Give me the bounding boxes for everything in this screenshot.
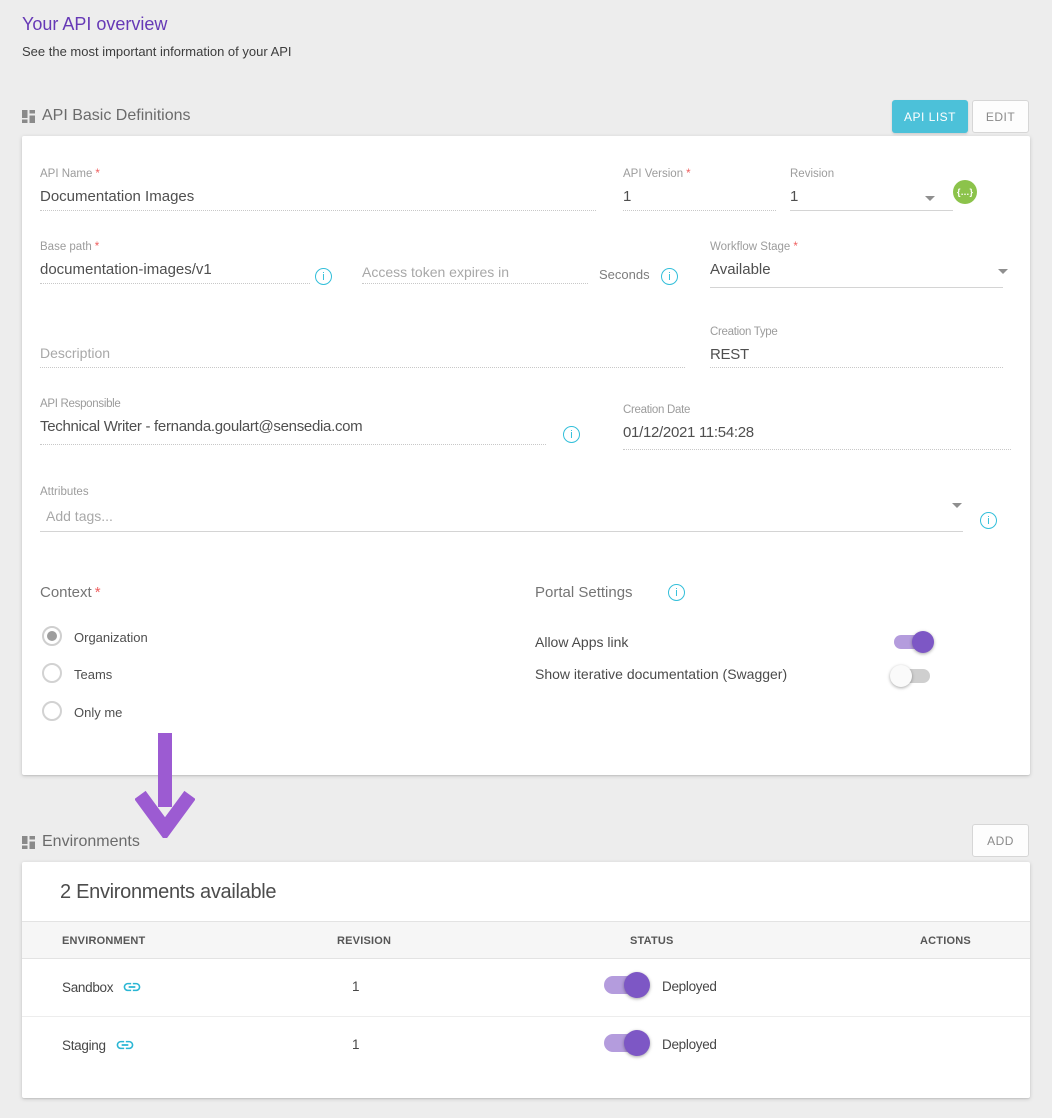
revision-label: Revision [790, 168, 834, 180]
api-version-label: API Version* [623, 168, 691, 180]
radio-organization-label[interactable]: Organization [74, 630, 148, 645]
table-row: Staging 1 Deployed [22, 1017, 1030, 1075]
description-underline [40, 367, 685, 368]
link-icon[interactable] [115, 1035, 135, 1055]
required-asterisk: * [793, 241, 797, 253]
column-header-status: STATUS [630, 935, 674, 947]
table-row: Sandbox 1 Deployed [22, 959, 1030, 1017]
attributes-label: Attributes [40, 486, 89, 498]
creation-type-underline [710, 367, 1003, 368]
api-name-value[interactable]: Documentation Images [40, 188, 194, 205]
allow-apps-link-toggle[interactable] [892, 632, 932, 652]
required-asterisk: * [95, 584, 101, 601]
radio-only-me[interactable] [42, 701, 62, 721]
radio-teams[interactable] [42, 663, 62, 683]
portal-settings-title: Portal Settings [535, 584, 633, 601]
status-cell: Deployed [662, 1037, 717, 1052]
workflow-stage-underline [710, 287, 1003, 288]
basic-definitions-card: API Name* Documentation Images API Versi… [22, 136, 1030, 775]
status-cell: Deployed [662, 979, 717, 994]
allow-apps-link-label: Allow Apps link [535, 634, 628, 650]
description-input[interactable]: Description [40, 345, 110, 361]
toggle-knob [624, 1030, 650, 1056]
creation-type-value: REST [710, 346, 749, 363]
creation-date-label: Creation Date [623, 404, 690, 416]
column-header-revision: REVISION [337, 935, 391, 947]
environment-cell: Sandbox [62, 977, 142, 997]
api-name-label: API Name* [40, 168, 100, 180]
revision-underline [790, 210, 953, 211]
radio-teams-label[interactable]: Teams [74, 667, 112, 682]
workflow-stage-chevron-down-icon[interactable] [998, 269, 1008, 274]
base-path-info-icon[interactable] [315, 268, 332, 285]
radio-only-me-label[interactable]: Only me [74, 705, 122, 720]
attributes-info-icon[interactable] [980, 512, 997, 529]
section-grid-icon [22, 110, 35, 123]
radio-organization[interactable] [42, 626, 62, 646]
api-list-button[interactable]: API LIST [892, 100, 968, 133]
link-icon[interactable] [122, 977, 142, 997]
trace-code-icon[interactable] [953, 180, 977, 204]
required-asterisk: * [686, 168, 690, 180]
api-version-underline [623, 210, 776, 211]
environments-card: 2 Environments available ENVIRONMENT REV… [22, 862, 1030, 1098]
api-responsible-label: API Responsible [40, 398, 121, 410]
base-path-value[interactable]: documentation-images/v1 [40, 261, 212, 278]
base-path-underline [40, 283, 310, 284]
page-title: Your API overview [22, 14, 167, 35]
section-grid-icon [22, 836, 35, 849]
required-asterisk: * [95, 168, 99, 180]
toggle-knob [890, 665, 912, 687]
creation-date-underline [623, 449, 1011, 450]
context-title: Context* [40, 584, 101, 601]
api-responsible-info-icon[interactable] [563, 426, 580, 443]
section-title-environments: Environments [42, 833, 140, 851]
workflow-stage-label: Workflow Stage* [710, 241, 798, 253]
deploy-toggle[interactable] [602, 973, 648, 997]
attributes-chevron-down-icon[interactable] [952, 503, 962, 508]
workflow-stage-value[interactable]: Available [710, 261, 771, 278]
page-subtitle: See the most important information of yo… [22, 44, 292, 59]
api-responsible-underline [40, 444, 546, 445]
portal-settings-info-icon[interactable] [668, 584, 685, 601]
show-swagger-toggle[interactable] [892, 666, 932, 686]
show-swagger-label: Show iterative documentation (Swagger) [535, 666, 787, 682]
attributes-input[interactable]: Add tags... [46, 508, 113, 524]
access-token-input[interactable]: Access token expires in [362, 264, 509, 280]
access-token-underline [362, 283, 588, 284]
table-header-row: ENVIRONMENT REVISION STATUS ACTIONS [22, 921, 1030, 959]
toggle-knob [624, 972, 650, 998]
environments-summary: 2 Environments available [60, 881, 276, 904]
api-version-value[interactable]: 1 [623, 188, 631, 205]
down-arrow-annotation [135, 733, 195, 838]
column-header-actions: ACTIONS [920, 935, 971, 947]
deploy-toggle[interactable] [602, 1031, 648, 1055]
api-name-underline [40, 210, 596, 211]
required-asterisk: * [95, 241, 99, 253]
revision-cell: 1 [352, 979, 359, 994]
revision-value[interactable]: 1 [790, 188, 798, 205]
add-button[interactable]: ADD [972, 824, 1029, 857]
section-title-basic-definitions: API Basic Definitions [42, 107, 191, 125]
revision-cell: 1 [352, 1037, 359, 1052]
creation-date-value: 01/12/2021 11:54:28 [623, 424, 754, 441]
attributes-underline [40, 531, 963, 532]
access-token-unit: Seconds [599, 267, 650, 282]
creation-type-label: Creation Type [710, 326, 778, 338]
edit-button[interactable]: EDIT [972, 100, 1029, 133]
api-responsible-value[interactable]: Technical Writer - fernanda.goulart@sens… [40, 418, 362, 435]
toggle-knob [912, 631, 934, 653]
column-header-environment: ENVIRONMENT [62, 935, 145, 947]
base-path-label: Base path* [40, 241, 99, 253]
access-token-info-icon[interactable] [661, 268, 678, 285]
revision-chevron-down-icon[interactable] [925, 196, 935, 201]
environment-cell: Staging [62, 1035, 135, 1055]
